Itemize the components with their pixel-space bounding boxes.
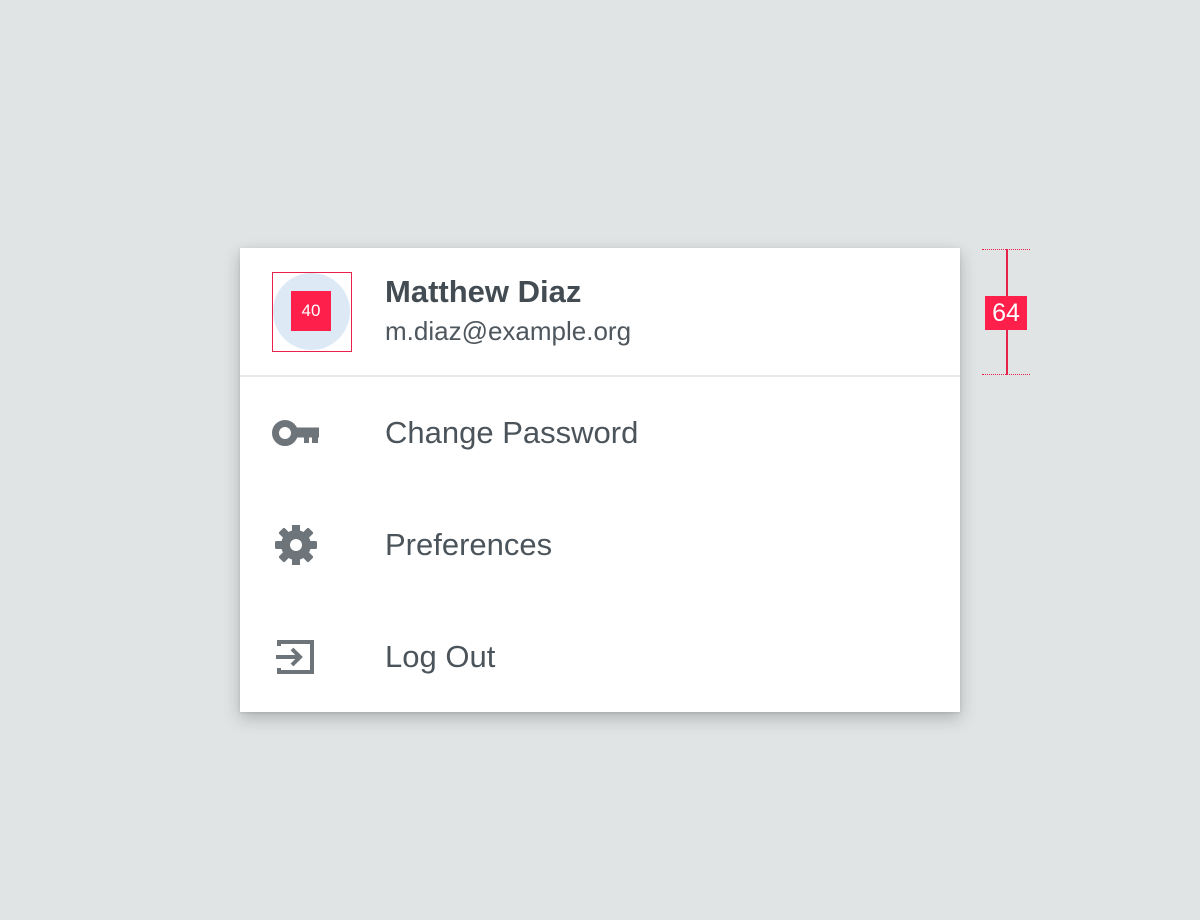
profile-header: 40 Matthew Diaz m.diaz@example.org: [240, 248, 960, 377]
header-height-annotation: 64: [985, 296, 1027, 330]
header-height-measure: 64: [982, 249, 1030, 375]
menu-item-log-out[interactable]: Log Out: [240, 601, 960, 713]
user-email: m.diaz@example.org: [385, 316, 632, 346]
avatar-size-annotation: 40: [291, 291, 331, 331]
avatar-redline-frame: 40: [272, 272, 352, 352]
canvas: 40 Matthew Diaz m.diaz@example.org Chang…: [0, 0, 1200, 920]
key-icon: [272, 413, 320, 453]
menu-item-change-password[interactable]: Change Password: [240, 377, 960, 489]
menu-item-label: Change Password: [385, 415, 639, 450]
menu-item-preferences[interactable]: Preferences: [240, 489, 960, 601]
menu-item-label: Preferences: [385, 527, 553, 562]
account-menu: 40 Matthew Diaz m.diaz@example.org Chang…: [240, 248, 960, 712]
log-out-icon: [272, 637, 320, 677]
menu-item-label: Log Out: [385, 639, 496, 674]
user-name: Matthew Diaz: [385, 274, 582, 309]
gear-icon: [272, 525, 320, 565]
